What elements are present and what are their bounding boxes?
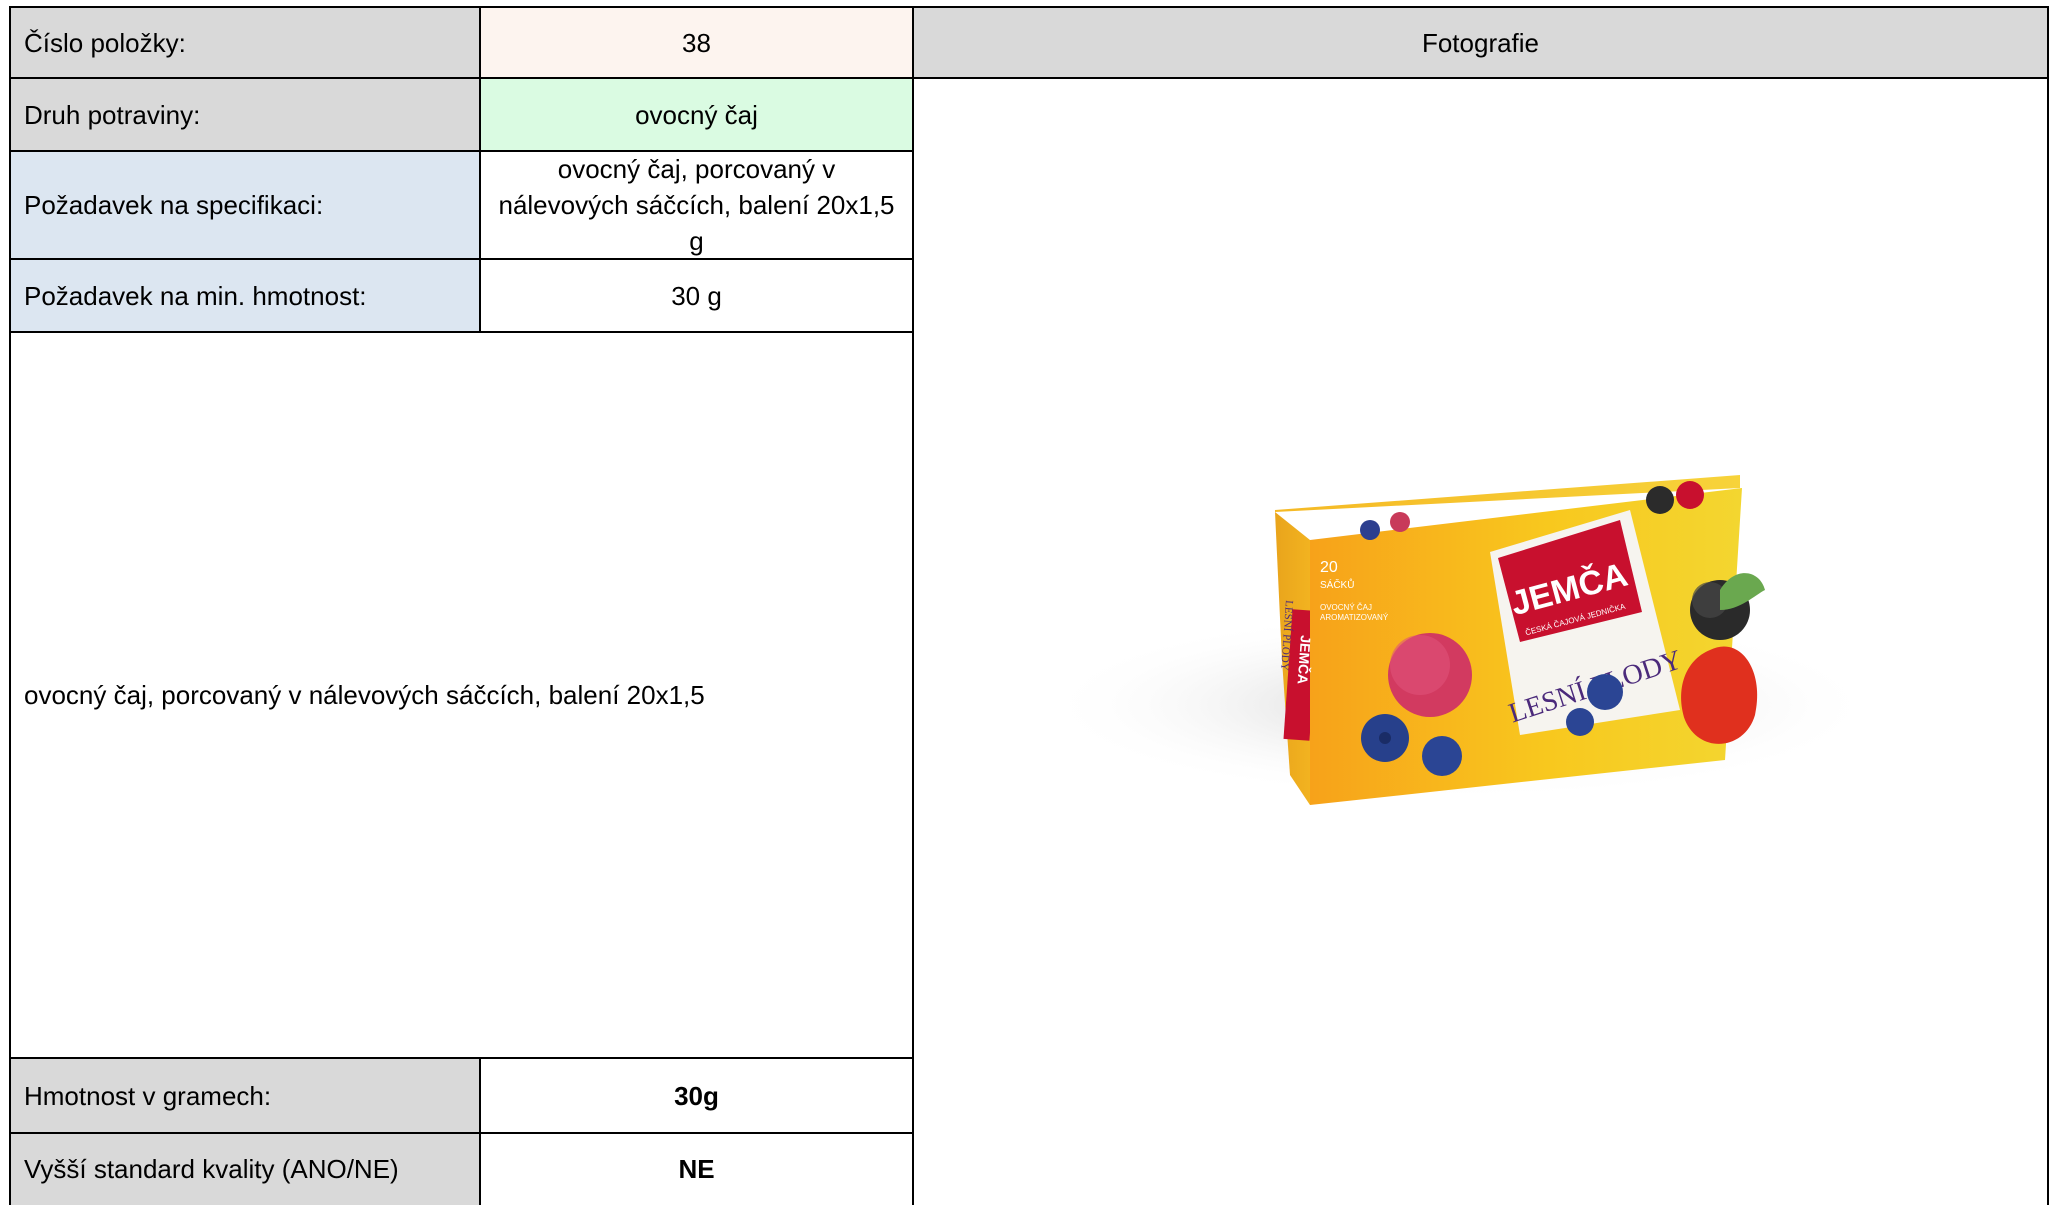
quality-label-text: Vyšší standard kvality (ANO/NE) <box>24 1154 399 1184</box>
grid-line <box>479 1057 481 1205</box>
grid-line <box>9 77 2049 79</box>
food-type-label-text: Druh potraviny: <box>24 99 201 130</box>
photo-header: Fotografie <box>913 7 2048 78</box>
min-weight-value-text: 30 g <box>671 280 722 311</box>
spec-label-text: Požadavek na specifikaci: <box>24 190 324 220</box>
side-brand-text: JEMČA <box>1295 635 1315 685</box>
spec-value-line2: nálevových sáčcích, balení 20x1,5 <box>498 190 895 220</box>
tea-box-image: JEMČA ČESKÁ ČAJOVÁ JEDNIČKA LESNÍ PLODY … <box>1040 475 1880 805</box>
weight-grams-value-text: 30g <box>674 1080 719 1111</box>
quality-label: Vyšší standard kvality (ANO/NE) <box>10 1133 480 1205</box>
grid-line <box>9 1057 914 1059</box>
food-type-label: Druh potraviny: <box>10 78 480 151</box>
photo-header-text: Fotografie <box>1421 27 1540 58</box>
spec-label: Požadavek na specifikaci: <box>10 151 480 259</box>
description-cell: ovocný čaj, porcovaný v nálevových sáčcí… <box>10 332 913 1058</box>
spec-sheet: Číslo položky: 38 Fotografie Druh potrav… <box>0 0 2058 1205</box>
product-photo: JEMČA ČESKÁ ČAJOVÁ JEDNIČKA LESNÍ PLODY … <box>1020 460 1900 830</box>
food-type-value: ovocný čaj <box>480 78 913 151</box>
item-number-value-text: 38 <box>682 27 711 58</box>
weight-grams-label: Hmotnost v gramech: <box>10 1058 480 1133</box>
item-number-value: 38 <box>480 7 913 78</box>
grid-line <box>2047 6 2049 1205</box>
food-type-value-text: ovocný čaj <box>635 99 758 130</box>
min-weight-value: 30 g <box>480 259 913 332</box>
count-text: 20 <box>1320 559 1338 576</box>
subtitle-line2: AROMATIZOVANÝ <box>1320 613 1389 622</box>
item-number-label-text: Číslo položky: <box>24 27 186 58</box>
grid-line <box>9 6 11 1205</box>
count-unit-text: SÁČKŮ <box>1320 578 1354 591</box>
grid-line <box>9 258 914 260</box>
blueberry-4 <box>1566 708 1594 736</box>
blueberry-2 <box>1422 736 1462 776</box>
weight-grams-value: 30g <box>480 1058 913 1133</box>
spec-value-line1: ovocný čaj, porcovaný v <box>557 154 836 184</box>
grid-line <box>479 6 481 332</box>
description-text: ovocný čaj, porcovaný v nálevových sáčcí… <box>24 680 705 710</box>
grid-line <box>912 6 914 1205</box>
quality-value: NE <box>480 1133 913 1205</box>
spec-value-line3: g <box>689 226 704 256</box>
weight-grams-label-text: Hmotnost v gramech: <box>24 1080 272 1111</box>
item-number-label: Číslo položky: <box>10 7 480 78</box>
grid-line <box>9 6 2049 8</box>
min-weight-label-text: Požadavek na min. hmotnost: <box>24 280 367 311</box>
min-weight-label: Požadavek na min. hmotnost: <box>10 259 480 332</box>
grid-line <box>9 1132 914 1134</box>
grid-line <box>9 331 914 333</box>
spec-value: ovocný čaj, porcovaný v nálevových sáčcí… <box>480 151 913 259</box>
quality-value-text: NE <box>678 1154 715 1184</box>
blueberry-3 <box>1587 674 1623 710</box>
grid-line <box>9 150 914 152</box>
subtitle-line1: OVOCNÝ ČAJ <box>1320 603 1372 612</box>
